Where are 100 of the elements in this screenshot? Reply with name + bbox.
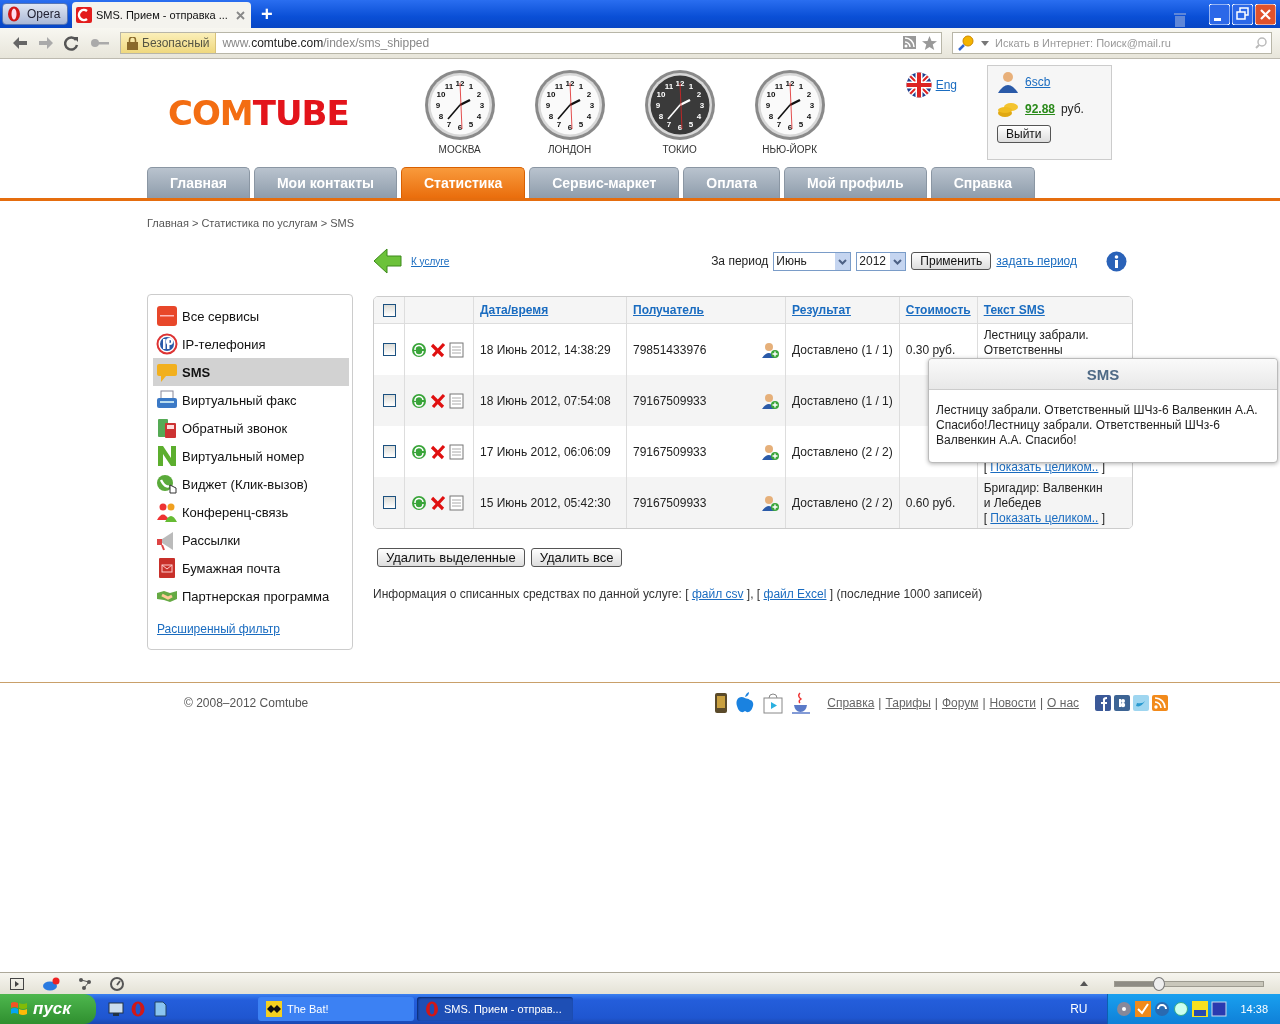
taskbar-button[interactable]: SMS. Прием - отправ...: [417, 997, 573, 1021]
rss-icon[interactable]: [903, 36, 916, 49]
delete-all-button[interactable]: Удалить все: [530, 548, 623, 567]
trash-icon[interactable]: [1173, 12, 1187, 28]
rss-icon[interactable]: [1152, 695, 1169, 711]
back-arrow-icon[interactable]: [12, 36, 28, 50]
row-checkbox[interactable]: [382, 394, 396, 407]
username-link[interactable]: 6scb: [1025, 75, 1051, 89]
year-dropdown[interactable]: 2012: [856, 251, 907, 271]
refresh-icon[interactable]: [411, 443, 427, 460]
footer-link[interactable]: Форум: [941, 696, 979, 710]
bird-icon[interactable]: [1133, 695, 1150, 711]
footer-link[interactable]: Тарифы: [885, 696, 931, 710]
site-logo[interactable]: COMTUBE: [168, 93, 349, 133]
language-link[interactable]: Eng: [935, 78, 957, 92]
logout-button[interactable]: Выйти: [997, 125, 1051, 143]
back-arrow-icon[interactable]: [373, 248, 403, 274]
store-bag-icon[interactable]: [762, 692, 785, 714]
sidebar-item[interactable]: Партнерская программа: [153, 582, 349, 610]
copyright-text: © 2008–2012 Comtube: [184, 696, 309, 710]
search-icon: [1255, 37, 1267, 49]
sidebar-item[interactable]: IP-телефония: [153, 330, 349, 358]
month-dropdown[interactable]: Июнь: [773, 251, 852, 271]
add-contact-icon[interactable]: [762, 494, 779, 511]
coffee-cup-icon[interactable]: [791, 692, 812, 714]
filter-link[interactable]: Расширенный фильтр: [157, 622, 280, 636]
city-label: ЛОНДОН: [548, 144, 592, 155]
desktop-icon[interactable]: [108, 1001, 124, 1017]
row-checkbox[interactable]: [382, 445, 396, 458]
sidebar-item[interactable]: Все сервисы: [153, 302, 349, 330]
reload-icon[interactable]: [64, 35, 80, 51]
refresh-icon[interactable]: [411, 341, 427, 358]
refresh-icon[interactable]: [411, 494, 427, 511]
phone-cell: 79167509933: [633, 444, 707, 459]
row-checkbox[interactable]: [382, 343, 396, 356]
tray-ring-icon[interactable]: [1173, 1001, 1190, 1017]
windows-flag-icon: [10, 1000, 28, 1018]
bat-icon: [266, 1001, 282, 1017]
apply-button[interactable]: Применить: [911, 252, 992, 270]
close-icon[interactable]: [235, 10, 245, 20]
sidebar-item[interactable]: Виджет (Клик-вызов): [153, 470, 349, 498]
sidebar-item[interactable]: Конференц-связь: [153, 498, 349, 526]
tooltip-title: SMS: [929, 359, 1277, 390]
select-all-checkbox[interactable]: [382, 303, 396, 317]
sidebar-item[interactable]: Обратный звонок: [153, 414, 349, 442]
minimize-icon[interactable]: [1209, 3, 1230, 25]
browser-tab[interactable]: SMS. Прием - отправка ...: [72, 2, 251, 28]
excel-link[interactable]: файл Excel: [763, 587, 827, 601]
start-button[interactable]: пуск: [0, 994, 96, 1024]
add-contact-icon[interactable]: [762, 341, 779, 358]
sidebar-item[interactable]: SMS: [153, 358, 349, 386]
footer-link[interactable]: Новости: [989, 696, 1036, 710]
document-icon[interactable]: [152, 1001, 168, 1017]
user-icon: [997, 71, 1019, 93]
tray-disc-icon[interactable]: [1116, 1001, 1133, 1017]
apple-icon[interactable]: [735, 692, 756, 714]
new-tab-button[interactable]: +: [260, 4, 273, 24]
custom-period-link[interactable]: задать период: [996, 254, 1077, 268]
delete-icon[interactable]: [430, 392, 446, 409]
panel-toggle-icon[interactable]: [10, 977, 24, 990]
nodes-icon[interactable]: [78, 976, 92, 991]
sidebar-item[interactable]: Виртуальный номер: [153, 442, 349, 470]
clock-icon: 11 12 1 10 2 9 3 8 4 7 6 5: [533, 69, 606, 141]
address-field[interactable]: Безопасный www.comtube.com/index/sms_shipped: [120, 32, 942, 54]
refresh-icon[interactable]: [411, 392, 427, 409]
sidebar-item[interactable]: Рассылки: [153, 526, 349, 554]
delete-icon[interactable]: [430, 494, 446, 511]
tray-swirl-icon[interactable]: [1154, 1001, 1171, 1017]
delete-icon[interactable]: [430, 443, 446, 460]
row-checkbox[interactable]: [382, 496, 396, 509]
show-full-link[interactable]: Показать целиком..: [990, 511, 1099, 525]
cloud-icon[interactable]: [42, 976, 60, 991]
uk-flag-icon: [905, 72, 932, 98]
up-caret-icon[interactable]: [1080, 981, 1088, 986]
csv-link[interactable]: файл csv: [691, 587, 744, 601]
back-link[interactable]: К услуге: [411, 255, 450, 267]
taskbar-button[interactable]: The Bat!: [258, 997, 414, 1021]
add-contact-icon[interactable]: [762, 392, 779, 409]
facebook-icon[interactable]: [1095, 695, 1112, 711]
star-icon[interactable]: [922, 36, 937, 50]
delete-icon[interactable]: [430, 341, 446, 358]
add-contact-icon[interactable]: [762, 443, 779, 460]
language-indicator[interactable]: RU: [1070, 1002, 1088, 1016]
opera-menu-button[interactable]: Opera: [2, 3, 68, 25]
search-box[interactable]: Искать в Интернет: Поиск@mail.ru: [952, 32, 1272, 54]
restore-icon[interactable]: [1232, 3, 1253, 25]
caret-icon: [981, 40, 989, 46]
info-icon[interactable]: [1106, 250, 1127, 272]
sms-text: Лестницу забрали.: [983, 328, 1089, 342]
tray-check-icon[interactable]: [1135, 1001, 1152, 1017]
speedometer-icon[interactable]: [110, 976, 124, 991]
delete-selected-button[interactable]: Удалить выделенные: [377, 548, 525, 567]
balance-link[interactable]: 92.88: [1025, 102, 1056, 116]
lock-icon: [127, 36, 138, 50]
footer-link[interactable]: О нас: [1047, 696, 1080, 710]
footer-link[interactable]: Справка: [827, 696, 875, 710]
tray-window-icon[interactable]: [1211, 1001, 1228, 1017]
sidebar-item[interactable]: Бумажная почта: [153, 554, 349, 582]
sidebar-item[interactable]: Виртуальный факс: [153, 386, 349, 414]
tray-app-icon[interactable]: [1192, 1001, 1209, 1017]
